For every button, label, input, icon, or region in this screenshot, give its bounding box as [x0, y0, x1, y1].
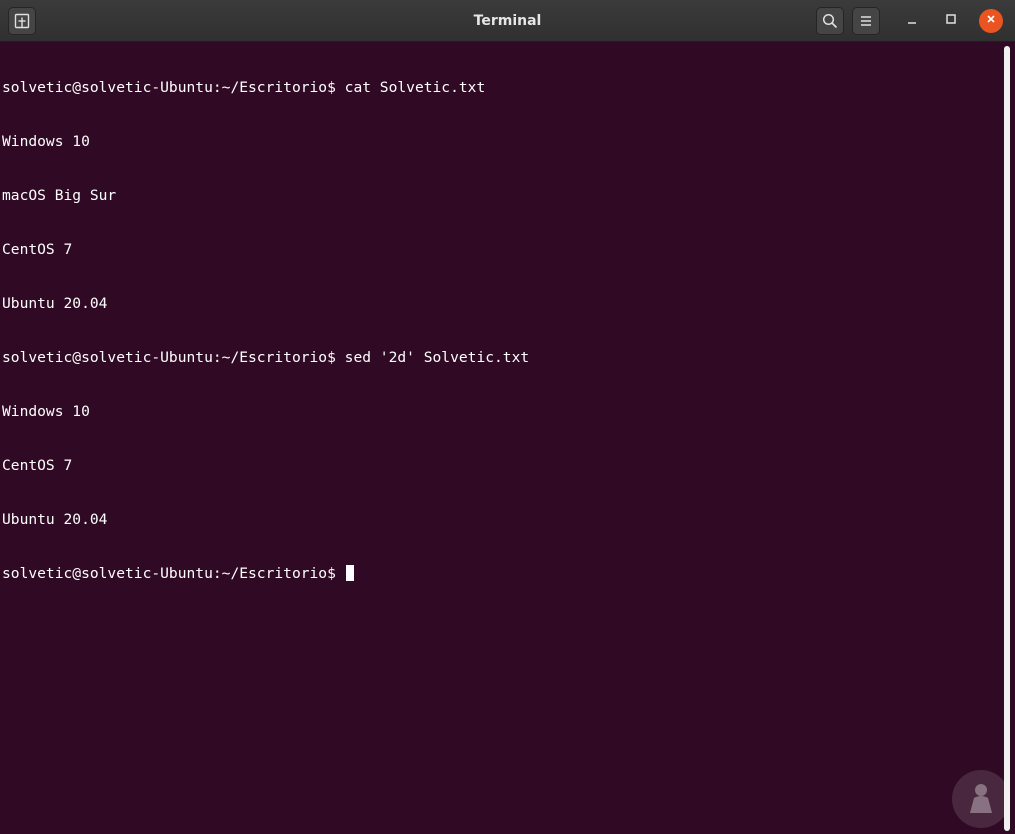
minimize-icon [906, 12, 918, 30]
close-button[interactable] [979, 9, 1003, 33]
maximize-button[interactable] [939, 9, 963, 33]
terminal-line: CentOS 7 [2, 241, 73, 258]
terminal-line: macOS Big Sur [2, 187, 117, 204]
close-icon [985, 12, 997, 30]
scrollbar[interactable] [1001, 43, 1015, 834]
terminal-line: CentOS 7 [2, 457, 73, 474]
terminal-output[interactable]: solvetic@solvetic-Ubuntu:~/Escritorio$ c… [0, 43, 1000, 834]
terminal-line: solvetic@solvetic-Ubuntu:~/Escritorio$ s… [2, 349, 530, 366]
terminal-line: Ubuntu 20.04 [2, 511, 108, 528]
search-icon [822, 13, 838, 29]
terminal-window: Terminal solvetic@solvetic-Ubuntu:~/Escr… [0, 0, 1015, 834]
scrollbar-thumb[interactable] [1004, 46, 1010, 831]
text-cursor [345, 565, 354, 581]
new-tab-icon [14, 13, 30, 29]
title-bar[interactable]: Terminal [0, 0, 1015, 42]
hamburger-menu-icon [859, 14, 873, 28]
search-button[interactable] [816, 7, 844, 35]
prompt-line[interactable]: solvetic@solvetic-Ubuntu:~/Escritorio$ [2, 565, 1000, 583]
terminal-line: solvetic@solvetic-Ubuntu:~/Escritorio$ c… [2, 79, 486, 96]
terminal-line: Ubuntu 20.04 [2, 295, 108, 312]
new-tab-button[interactable] [8, 7, 36, 35]
menu-button[interactable] [852, 7, 880, 35]
person-watermark-icon [952, 770, 1010, 828]
maximize-icon [945, 12, 957, 30]
shell-prompt: solvetic@solvetic-Ubuntu:~/Escritorio$ [2, 565, 345, 582]
minimize-button[interactable] [900, 9, 924, 33]
terminal-line: Windows 10 [2, 133, 90, 150]
terminal-line: Windows 10 [2, 403, 90, 420]
